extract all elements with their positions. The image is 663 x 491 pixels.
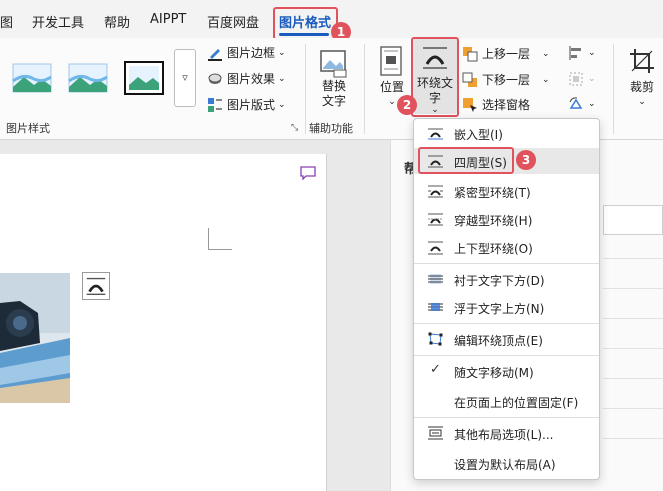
- alt-text-label[interactable]: 替换 文字: [317, 79, 351, 109]
- bring-forward-button[interactable]: 上移一层 ⌄: [462, 45, 550, 62]
- layout-options-button[interactable]: [82, 272, 110, 300]
- selection-pane-button[interactable]: 选择窗格: [462, 96, 530, 113]
- margin-corner-mark: [208, 228, 232, 250]
- picture-layout-button[interactable]: 图片版式 ⌄: [207, 96, 286, 113]
- pen-icon: [208, 48, 222, 61]
- inline-icon: [428, 128, 443, 140]
- picture-styles-more-button[interactable]: ▿: [174, 49, 196, 107]
- menu-item-top-bottom[interactable]: 上下型环绕(O): [414, 234, 599, 260]
- ribbon-separator: [305, 44, 306, 134]
- side-pane-divider: [603, 318, 663, 319]
- send-backward-icon: [462, 72, 477, 87]
- ribbon-separator: [364, 44, 365, 134]
- document-photo[interactable]: [0, 273, 70, 403]
- accessibility-group-label: 辅助功能: [309, 122, 353, 135]
- picture-style-thumb-1[interactable]: [12, 61, 52, 95]
- layout-grid-icon: [208, 97, 222, 112]
- picture-border-label: 图片边框: [227, 46, 276, 60]
- menu-item-edit-wrap-points[interactable]: 编辑环绕顶点(E): [414, 326, 599, 352]
- picture-layout-label: 图片版式: [227, 98, 276, 112]
- menu-item-inline[interactable]: 嵌入型(I): [414, 120, 599, 146]
- comment-icon[interactable]: [300, 166, 316, 180]
- menu-item-behind-text[interactable]: 衬于文字下方(D): [414, 266, 599, 292]
- side-pane-divider: [603, 378, 663, 379]
- tight-wrap-icon: [428, 185, 443, 198]
- crop-button[interactable]: 裁剪 ⌄: [626, 80, 658, 110]
- callout-highlight-square: [418, 147, 514, 174]
- ribbon-separator: [613, 44, 614, 134]
- tab-baidu-netdisk[interactable]: 百度网盘: [207, 12, 259, 31]
- menu-separator: [414, 417, 599, 418]
- group-objects-button[interactable]: ⌄: [568, 71, 596, 87]
- send-backward-button[interactable]: 下移一层 ⌄: [462, 71, 550, 88]
- bring-forward-icon: [463, 46, 478, 61]
- callout-highlight-wrap: [411, 37, 459, 117]
- callout-highlight-tab: [273, 7, 338, 40]
- callout-badge-3: 3: [516, 150, 536, 170]
- picture-effects-label: 图片效果: [227, 72, 276, 86]
- menu-item-in-front-text[interactable]: 浮于文字上方(N): [414, 294, 599, 320]
- menu-item-more-layout-options[interactable]: 其他布局选项(L)...: [414, 420, 599, 446]
- menu-item-set-default-layout[interactable]: 设置为默认布局(A): [414, 450, 599, 476]
- side-pane-divider: [603, 348, 663, 349]
- edit-wrap-points-icon: [428, 332, 443, 346]
- side-pane-divider: [603, 288, 663, 289]
- group-icon: [569, 72, 583, 86]
- menu-item-move-with-text[interactable]: ✓ 随文字移动(M): [414, 358, 599, 384]
- picture-styles-group-label: 图片样式: [6, 122, 50, 135]
- align-icon: [569, 46, 581, 60]
- effects-icon: [208, 73, 222, 84]
- send-backward-label: 下移一层: [482, 73, 531, 87]
- tab-picture-partial[interactable]: 图: [0, 12, 13, 31]
- bring-forward-label: 上移一层: [482, 47, 531, 61]
- side-pane-divider: [603, 438, 663, 439]
- selection-pane-icon: [463, 97, 477, 112]
- wrap-text-icon: [86, 277, 106, 296]
- callout-badge-2: 2: [397, 95, 417, 115]
- picture-border-button[interactable]: 图片边框 ⌄: [207, 44, 286, 61]
- rotate-icon: [569, 97, 583, 109]
- more-layout-icon: [428, 426, 443, 440]
- check-icon: ✓: [430, 362, 441, 377]
- tab-help[interactable]: 帮助: [104, 12, 130, 31]
- picture-styles-launcher-icon[interactable]: ⤡: [291, 123, 298, 133]
- tab-aippt[interactable]: AIPPT: [150, 12, 186, 27]
- side-pane-divider: [603, 408, 663, 409]
- menu-separator: [414, 355, 599, 356]
- picture-effects-button[interactable]: 图片效果 ⌄: [207, 70, 286, 87]
- position-icon[interactable]: [379, 46, 403, 76]
- selection-pane-label: 选择窗格: [482, 98, 531, 112]
- top-bottom-wrap-icon: [428, 241, 443, 255]
- in-front-text-icon: [428, 303, 443, 311]
- menu-item-fix-position[interactable]: 在页面上的位置固定(F): [414, 388, 599, 414]
- picture-style-thumb-2[interactable]: [68, 61, 108, 95]
- alt-text-icon[interactable]: [318, 48, 348, 78]
- menu-separator: [414, 263, 599, 264]
- align-button[interactable]: ⌄: [568, 45, 596, 61]
- tab-developer[interactable]: 开发工具: [32, 12, 84, 31]
- rotate-button[interactable]: ⌄: [568, 96, 596, 112]
- menu-item-tight[interactable]: 紧密型环绕(T): [414, 178, 599, 204]
- through-wrap-icon: [428, 213, 443, 226]
- picture-style-thumb-3[interactable]: [124, 61, 164, 95]
- menu-separator: [414, 323, 599, 324]
- behind-text-icon: [428, 274, 443, 284]
- crop-icon[interactable]: [628, 47, 656, 75]
- menu-item-through[interactable]: 穿越型环绕(H): [414, 206, 599, 232]
- side-pane-field[interactable]: [603, 205, 663, 235]
- side-pane-divider: [603, 258, 663, 259]
